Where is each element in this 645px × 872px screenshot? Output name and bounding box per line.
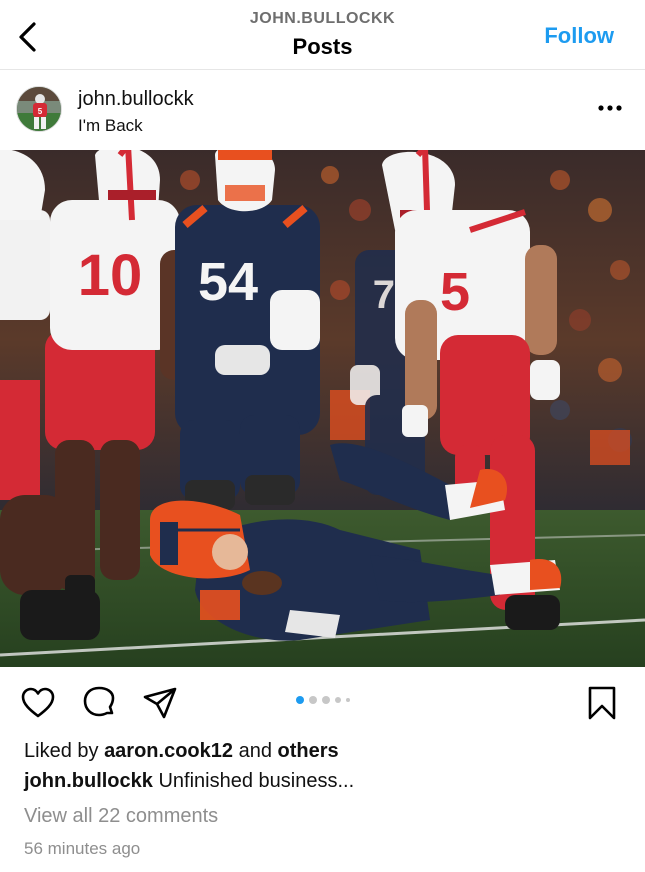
carousel-dot (295, 696, 304, 704)
carousel-dot (334, 697, 341, 703)
caption: john.bullockk Unfinished business... (24, 770, 354, 793)
liked-by-middle: and (233, 740, 278, 762)
svg-text:54: 54 (198, 252, 258, 312)
carousel-dot (345, 698, 350, 702)
post-timestamp: 56 minutes ago (24, 839, 141, 858)
likes-line: Liked by aaron.cook12 and others (24, 740, 339, 763)
carousel-dots (0, 696, 645, 704)
svg-text:5: 5 (38, 107, 43, 116)
liked-by-others[interactable]: others (278, 740, 339, 762)
caption-text: Unfinished business... (152, 770, 355, 792)
caption-username[interactable]: john.bullockk (24, 770, 153, 792)
ellipsis-icon[interactable] (597, 98, 623, 118)
avatar[interactable]: 5 (16, 86, 62, 132)
svg-text:5: 5 (440, 262, 470, 322)
post-username[interactable]: john.bullockk (78, 88, 194, 111)
post-header: 5 john.bullockk I'm Back (0, 70, 645, 150)
liked-by-prefix: Liked by (24, 740, 105, 762)
svg-text:10: 10 (78, 243, 143, 308)
carousel-dot (321, 696, 330, 704)
top-bar: JOHN.BULLOCKK Posts Follow (0, 0, 645, 70)
post-photo[interactable]: 10 54 5 (0, 150, 645, 667)
follow-button[interactable]: Follow (544, 23, 614, 49)
view-comments-link[interactable]: View all 22 comments (24, 805, 218, 828)
liked-by-user[interactable]: aaron.cook12 (104, 740, 233, 762)
post-subtitle: I'm Back (78, 116, 143, 135)
carousel-dot (308, 696, 317, 704)
